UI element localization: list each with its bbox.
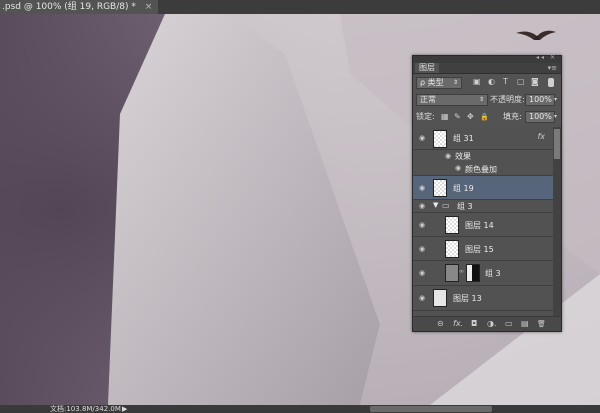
layer-thumbnail bbox=[433, 289, 447, 307]
lock-pixels-icon[interactable]: ✎ bbox=[454, 111, 461, 123]
filter-kind-label: ρ 类型 bbox=[420, 78, 444, 87]
lock-position-icon[interactable]: ✥ bbox=[467, 111, 474, 123]
blend-opacity-row: 正常 ⇕ 不透明度: 100% ▾ bbox=[413, 93, 561, 107]
lock-label: 锁定: bbox=[416, 112, 435, 121]
layer-row[interactable]: ◉ ∞ 组 3 bbox=[413, 261, 553, 286]
document-tab-bar: .psd @ 100% (组 19, RGB/8) * × bbox=[0, 0, 600, 14]
layers-scrollbar-thumb[interactable] bbox=[554, 129, 560, 159]
status-menu-arrow-icon[interactable]: ▶ bbox=[122, 405, 127, 413]
adjustment-filter-icon[interactable]: ◐ bbox=[488, 76, 495, 88]
type-filter-icon[interactable]: T bbox=[503, 76, 508, 88]
effect-name: 颜色叠加 bbox=[465, 165, 497, 174]
layer-thumbnail bbox=[433, 179, 447, 197]
opacity-label: 不透明度: bbox=[490, 95, 525, 104]
layer-row[interactable]: ◉ 组 31 fx bbox=[413, 127, 553, 150]
new-group-icon[interactable]: ▭ bbox=[505, 317, 513, 331]
layer-thumbnail bbox=[433, 130, 447, 148]
panel-titlebar[interactable]: ◂◂ ✕ bbox=[413, 54, 561, 63]
layer-name[interactable]: 图层 15 bbox=[465, 244, 494, 255]
layer-thumbnail bbox=[445, 240, 459, 258]
group-name[interactable]: 组 3 bbox=[457, 201, 473, 212]
add-layer-style-icon[interactable]: fx. bbox=[453, 317, 463, 331]
layer-row[interactable]: ◉ 图层 14 bbox=[413, 213, 553, 237]
fill-dropdown-icon[interactable]: ▾ bbox=[554, 111, 557, 123]
layer-row[interactable]: ◉ 图层 13 bbox=[413, 286, 553, 311]
blend-mode-select[interactable]: 正常 ⇕ bbox=[416, 94, 488, 106]
layer-name[interactable]: 组 3 bbox=[485, 268, 501, 279]
eye-icon[interactable]: ◉ bbox=[417, 221, 427, 229]
panel-menu-icon[interactable]: ▾≡ bbox=[548, 63, 557, 73]
layer-thumbnail bbox=[445, 216, 459, 234]
layer-row[interactable]: ◉ 图层 15 bbox=[413, 237, 553, 261]
fill-label: 填充: bbox=[503, 112, 522, 121]
blend-mode-value: 正常 bbox=[420, 95, 436, 104]
new-adjustment-layer-icon[interactable]: ◑. bbox=[487, 317, 497, 331]
fx-icon[interactable]: fx bbox=[537, 132, 545, 141]
layer-name[interactable]: 图层 14 bbox=[465, 220, 494, 231]
chevron-down-icon: ⇕ bbox=[452, 79, 458, 86]
tab-layers[interactable]: 图层 bbox=[415, 63, 439, 73]
layer-name[interactable]: 组 31 bbox=[453, 133, 474, 144]
add-mask-icon[interactable]: ◘ bbox=[471, 317, 477, 331]
folder-icon: ▭ bbox=[442, 201, 450, 210]
eye-icon[interactable]: ◉ bbox=[417, 269, 427, 277]
status-bar: 文档:103.8M/342.0M ▶ bbox=[0, 405, 600, 413]
panel-collapse-close-icon[interactable]: ◂◂ ✕ bbox=[536, 54, 557, 61]
layers-list: ◉ 组 31 fx ◉ 效果 ◉ 颜色叠加 ◉ 组 19 ◉ ▼ ▭ 组 3 ◉… bbox=[413, 127, 553, 317]
eye-icon[interactable]: ◉ bbox=[417, 245, 427, 253]
document-title: .psd @ 100% (组 19, RGB/8) * bbox=[2, 2, 136, 12]
layers-panel: ◂◂ ✕ 图层 ▾≡ ρ 类型 ⇕ ▣ ◐ T ▢ ◙ 正常 ⇕ 不透明度: 1… bbox=[412, 54, 562, 332]
layer-name[interactable]: 图层 13 bbox=[453, 293, 482, 304]
link-icon[interactable]: ∞ bbox=[459, 268, 464, 275]
eye-icon[interactable]: ◉ bbox=[417, 202, 427, 210]
document-size-info: 文档:103.8M/342.0M bbox=[50, 405, 121, 413]
smart-object-filter-icon[interactable]: ◙ bbox=[531, 76, 539, 88]
shape-filter-icon[interactable]: ▢ bbox=[517, 76, 525, 88]
lock-fill-row: 锁定: ▦ ✎ ✥ 🔒 填充: 100% ▾ bbox=[413, 110, 561, 124]
trash-icon[interactable]: 🗑 bbox=[537, 317, 546, 331]
eye-icon[interactable]: ◉ bbox=[417, 184, 427, 192]
effects-row[interactable]: ◉ 效果 bbox=[413, 150, 553, 162]
filter-toggle-switch[interactable] bbox=[548, 78, 554, 87]
opacity-value: 100% bbox=[529, 95, 552, 104]
panel-footer: ⊝ fx. ◘ ◑. ▭ ▤ 🗑 bbox=[413, 316, 561, 331]
eye-icon[interactable]: ◉ bbox=[453, 164, 463, 172]
layer-name[interactable]: 组 19 bbox=[453, 183, 474, 194]
group-row[interactable]: ◉ ▼ ▭ 组 3 bbox=[413, 200, 553, 213]
panel-tab-row: 图层 ▾≡ bbox=[413, 63, 561, 74]
fill-input[interactable]: 100% bbox=[525, 111, 555, 123]
layers-scrollbar[interactable] bbox=[553, 127, 561, 317]
close-tab-icon[interactable]: × bbox=[145, 2, 153, 12]
opacity-dropdown-icon[interactable]: ▾ bbox=[554, 94, 557, 106]
effect-row[interactable]: ◉ 颜色叠加 bbox=[413, 162, 553, 176]
eye-icon[interactable]: ◉ bbox=[417, 134, 427, 142]
new-layer-icon[interactable]: ▤ bbox=[521, 317, 529, 331]
lock-transparency-icon[interactable]: ▦ bbox=[441, 111, 449, 123]
image-filter-icon[interactable]: ▣ bbox=[473, 76, 481, 88]
eye-icon[interactable]: ◉ bbox=[443, 152, 453, 160]
filter-kind-select[interactable]: ρ 类型 ⇕ bbox=[416, 77, 462, 89]
layer-thumbnail bbox=[445, 264, 459, 282]
chevron-down-icon[interactable]: ▼ bbox=[433, 201, 438, 209]
horizontal-scrollbar-thumb[interactable] bbox=[370, 406, 492, 412]
link-layers-icon[interactable]: ⊝ bbox=[437, 317, 444, 331]
layer-row-selected[interactable]: ◉ 组 19 bbox=[413, 176, 553, 200]
mask-thumbnail[interactable] bbox=[466, 264, 480, 282]
lock-all-icon[interactable]: 🔒 bbox=[480, 111, 489, 123]
chevron-down-icon: ⇕ bbox=[478, 96, 484, 103]
eye-icon[interactable]: ◉ bbox=[417, 294, 427, 302]
layer-filter-row: ρ 类型 ⇕ ▣ ◐ T ▢ ◙ bbox=[413, 76, 561, 90]
document-tab[interactable]: .psd @ 100% (组 19, RGB/8) * × bbox=[0, 0, 159, 14]
effects-label: 效果 bbox=[455, 152, 471, 161]
fill-value: 100% bbox=[529, 112, 552, 121]
opacity-input[interactable]: 100% bbox=[525, 94, 555, 106]
